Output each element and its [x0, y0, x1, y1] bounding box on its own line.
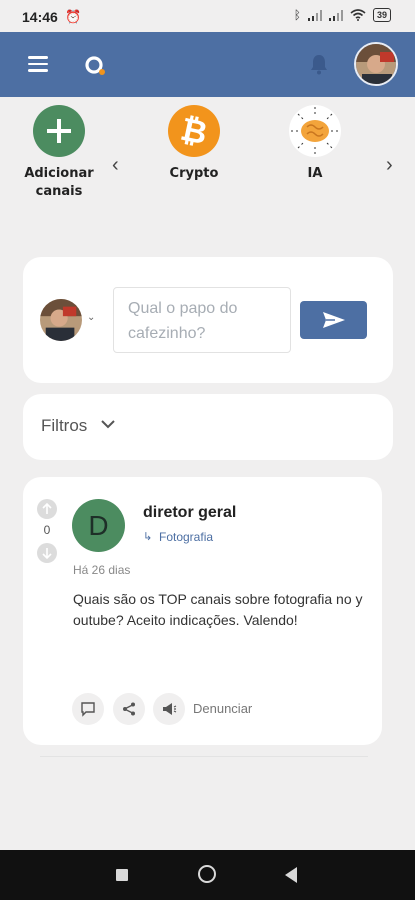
channel-label: Crypto	[169, 166, 219, 181]
wifi-icon	[350, 9, 366, 21]
share-icon	[123, 702, 135, 716]
bluetooth-icon: ᛒ	[293, 8, 301, 22]
arrow-up-icon	[42, 503, 52, 514]
channel-link[interactable]: Fotografia	[159, 530, 213, 544]
signal-icon-2	[328, 9, 343, 21]
post-card: 0 D diretor geral ↳ Fotografia Há 26 dia…	[23, 477, 382, 745]
battery-icon: 39	[372, 8, 391, 22]
upvote-button[interactable]	[37, 499, 57, 519]
alarm-icon: ⏰	[65, 9, 82, 24]
channel-label: IA	[307, 166, 323, 181]
user-avatar[interactable]	[354, 42, 398, 86]
subdirectory-arrow-icon: ↳	[143, 531, 153, 543]
author-name[interactable]: diretor geral	[143, 504, 236, 522]
app-header	[0, 32, 415, 97]
report-label[interactable]: Denunciar	[193, 701, 252, 716]
logo-icon	[85, 56, 105, 75]
share-button[interactable]	[113, 693, 145, 725]
bell-icon[interactable]	[308, 52, 330, 76]
back-icon[interactable]	[285, 867, 297, 883]
post-time: Há 26 dias	[73, 563, 131, 577]
home-icon[interactable]	[198, 865, 216, 883]
filters-dropdown[interactable]: Filtros	[23, 394, 393, 460]
menu-icon[interactable]	[28, 56, 48, 72]
status-time: 14:46	[22, 9, 58, 25]
brain-icon[interactable]	[289, 105, 341, 157]
send-button[interactable]	[300, 301, 367, 339]
megaphone-icon	[163, 703, 177, 715]
send-icon	[322, 312, 345, 328]
post-body: Quais são os TOP canais sobre fotografia…	[73, 591, 363, 628]
plus-icon[interactable]	[33, 105, 85, 157]
chevron-down-icon	[101, 420, 115, 429]
arrow-down-icon	[42, 548, 52, 559]
channel-label: Adicionar canais	[24, 166, 94, 199]
composer-avatar[interactable]	[40, 299, 82, 341]
comment-button[interactable]	[72, 693, 104, 725]
chevron-right-icon[interactable]: ›	[386, 154, 393, 177]
status-icons: ᛒ 39	[294, 8, 391, 22]
composer-card: ⌄ Qual o papo do cafezinho?	[23, 257, 393, 383]
chevron-down-icon[interactable]: ⌄	[87, 312, 95, 323]
divider	[40, 756, 368, 757]
status-bar: 14:46 ⏰ ᛒ 39	[0, 0, 415, 32]
vote-count: 0	[43, 523, 51, 537]
chevron-left-icon[interactable]: ‹	[112, 154, 119, 177]
channels-carousel: Adicionar canais ‹ ₿ Crypto IA ›	[0, 97, 415, 217]
system-nav-bar	[0, 850, 415, 900]
filters-label: Filtros	[41, 416, 88, 435]
author-avatar[interactable]: D	[72, 499, 125, 552]
comment-icon	[81, 702, 95, 717]
downvote-button[interactable]	[37, 543, 57, 563]
channel-ia[interactable]: IA	[260, 105, 370, 183]
post-input[interactable]: Qual o papo do cafezinho?	[113, 287, 291, 353]
report-button[interactable]	[153, 693, 185, 725]
recents-icon[interactable]	[116, 869, 128, 881]
signal-icon	[307, 9, 322, 21]
bitcoin-icon[interactable]: ₿	[168, 105, 220, 157]
channel-add[interactable]: Adicionar canais	[4, 105, 114, 201]
channel-crypto[interactable]: ₿ Crypto	[139, 105, 249, 183]
